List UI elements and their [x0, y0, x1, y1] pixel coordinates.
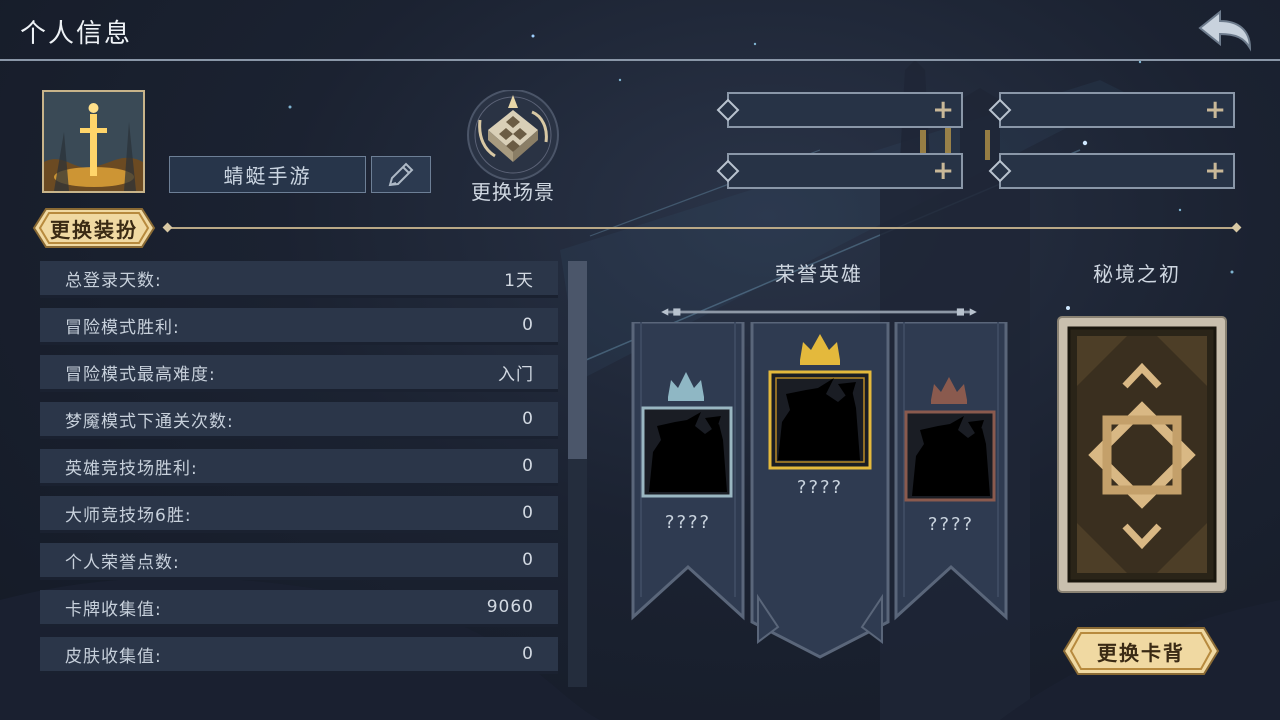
slot-frame: [988, 153, 1235, 189]
badge-slot-4[interactable]: +: [988, 153, 1236, 189]
slot-frame: [988, 92, 1235, 128]
header-bar: 个人信息: [0, 0, 1280, 61]
card-back-title: 秘境之初: [1093, 262, 1181, 286]
hero-banner-1[interactable]: ????: [631, 320, 745, 622]
plus-icon: +: [1204, 95, 1226, 125]
stat-value: 入门: [498, 364, 534, 385]
stat-label: 卡牌收集值:: [65, 599, 162, 620]
stat-label: 梦魇模式下通关次数:: [65, 411, 234, 432]
stat-row: 冒险模式胜利: 0: [40, 308, 558, 345]
change-scene-label: 更换场景: [471, 180, 555, 204]
honor-heroes-panel: ???? ???? ????: [598, 300, 1040, 670]
stat-label: 大师竞技场6胜:: [65, 505, 192, 526]
back-button[interactable]: [1196, 8, 1256, 52]
edit-name-button[interactable]: [371, 156, 431, 193]
stat-label: 冒险模式最高难度:: [65, 364, 216, 385]
hero-banner-3[interactable]: ????: [894, 320, 1008, 622]
change-outfit-label: 更换装扮: [50, 217, 138, 242]
section-divider: [166, 227, 1238, 229]
badge-slot-2[interactable]: +: [988, 92, 1236, 128]
stat-label: 总登录天数:: [65, 270, 162, 291]
badge-slot-1[interactable]: +: [716, 92, 964, 128]
player-name: 蜻蜓手游: [223, 164, 312, 188]
change-card-back-label: 更换卡背: [1097, 640, 1185, 665]
stat-label: 个人荣誉点数:: [65, 552, 180, 573]
pencil-icon: [388, 162, 414, 186]
stats-list: 总登录天数: 1天 冒险模式胜利: 0 冒险模式最高难度: 入门 梦魇模式下通关次数:…: [40, 261, 558, 687]
header-divider: [0, 59, 1280, 61]
player-name-field: 蜻蜓手游: [169, 156, 366, 193]
scroll-thumb[interactable]: [568, 261, 587, 459]
stat-value: 0: [522, 409, 534, 429]
slot-frame: [716, 153, 963, 189]
stat-row: 英雄竞技场胜利: 0: [40, 449, 558, 486]
stat-value: 0: [522, 503, 534, 523]
banner-cloth: [631, 320, 745, 621]
hero-name: ????: [796, 477, 844, 498]
card-back-art-icon: [1057, 316, 1227, 593]
plus-icon: +: [932, 156, 954, 186]
change-card-back-button[interactable]: 更换卡背: [1062, 626, 1220, 676]
stat-value: 0: [522, 456, 534, 476]
page-title: 个人信息: [20, 19, 133, 49]
badge-slot-3[interactable]: +: [716, 153, 964, 189]
stat-row: 大师竞技场6胜: 0: [40, 496, 558, 533]
stat-row: 个人荣誉点数: 0: [40, 543, 558, 580]
card-back-preview[interactable]: [1057, 316, 1227, 593]
slot-frame: [716, 92, 963, 128]
stat-value: 0: [522, 315, 534, 335]
stat-row: 卡牌收集值: 9060: [40, 590, 558, 627]
change-scene-button[interactable]: 更换场景: [460, 89, 566, 205]
stat-label: 英雄竞技场胜利:: [65, 458, 198, 479]
plus-icon: +: [1204, 156, 1226, 186]
banner-cloth: [894, 320, 1008, 621]
honor-heroes-title: 荣誉英雄: [775, 262, 863, 286]
plus-icon: +: [932, 95, 954, 125]
stats-scrollbar[interactable]: [568, 261, 587, 687]
stat-row: 总登录天数: 1天: [40, 261, 558, 298]
avatar[interactable]: [42, 90, 145, 193]
sword-avatar-icon: [44, 92, 143, 191]
chessboard-scene-icon: [467, 89, 559, 181]
hero-name: ????: [927, 514, 975, 535]
stat-row: 梦魇模式下通关次数: 0: [40, 402, 558, 439]
stat-row: 冒险模式最高难度: 入门: [40, 355, 558, 392]
banner-rod: [661, 308, 977, 316]
stat-label: 皮肤收集值:: [65, 646, 162, 667]
stat-value: 0: [522, 550, 534, 570]
hero-name: ????: [664, 512, 712, 533]
stat-value: 1天: [504, 270, 534, 291]
stat-value: 9060: [486, 597, 534, 617]
hero-banner-2[interactable]: ????: [750, 320, 890, 662]
back-arrow-icon: [1198, 9, 1252, 52]
change-outfit-button[interactable]: 更换装扮: [32, 207, 156, 249]
stat-label: 冒险模式胜利:: [65, 317, 180, 338]
stat-value: 0: [522, 644, 534, 664]
stat-row: 皮肤收集值: 0: [40, 637, 558, 674]
